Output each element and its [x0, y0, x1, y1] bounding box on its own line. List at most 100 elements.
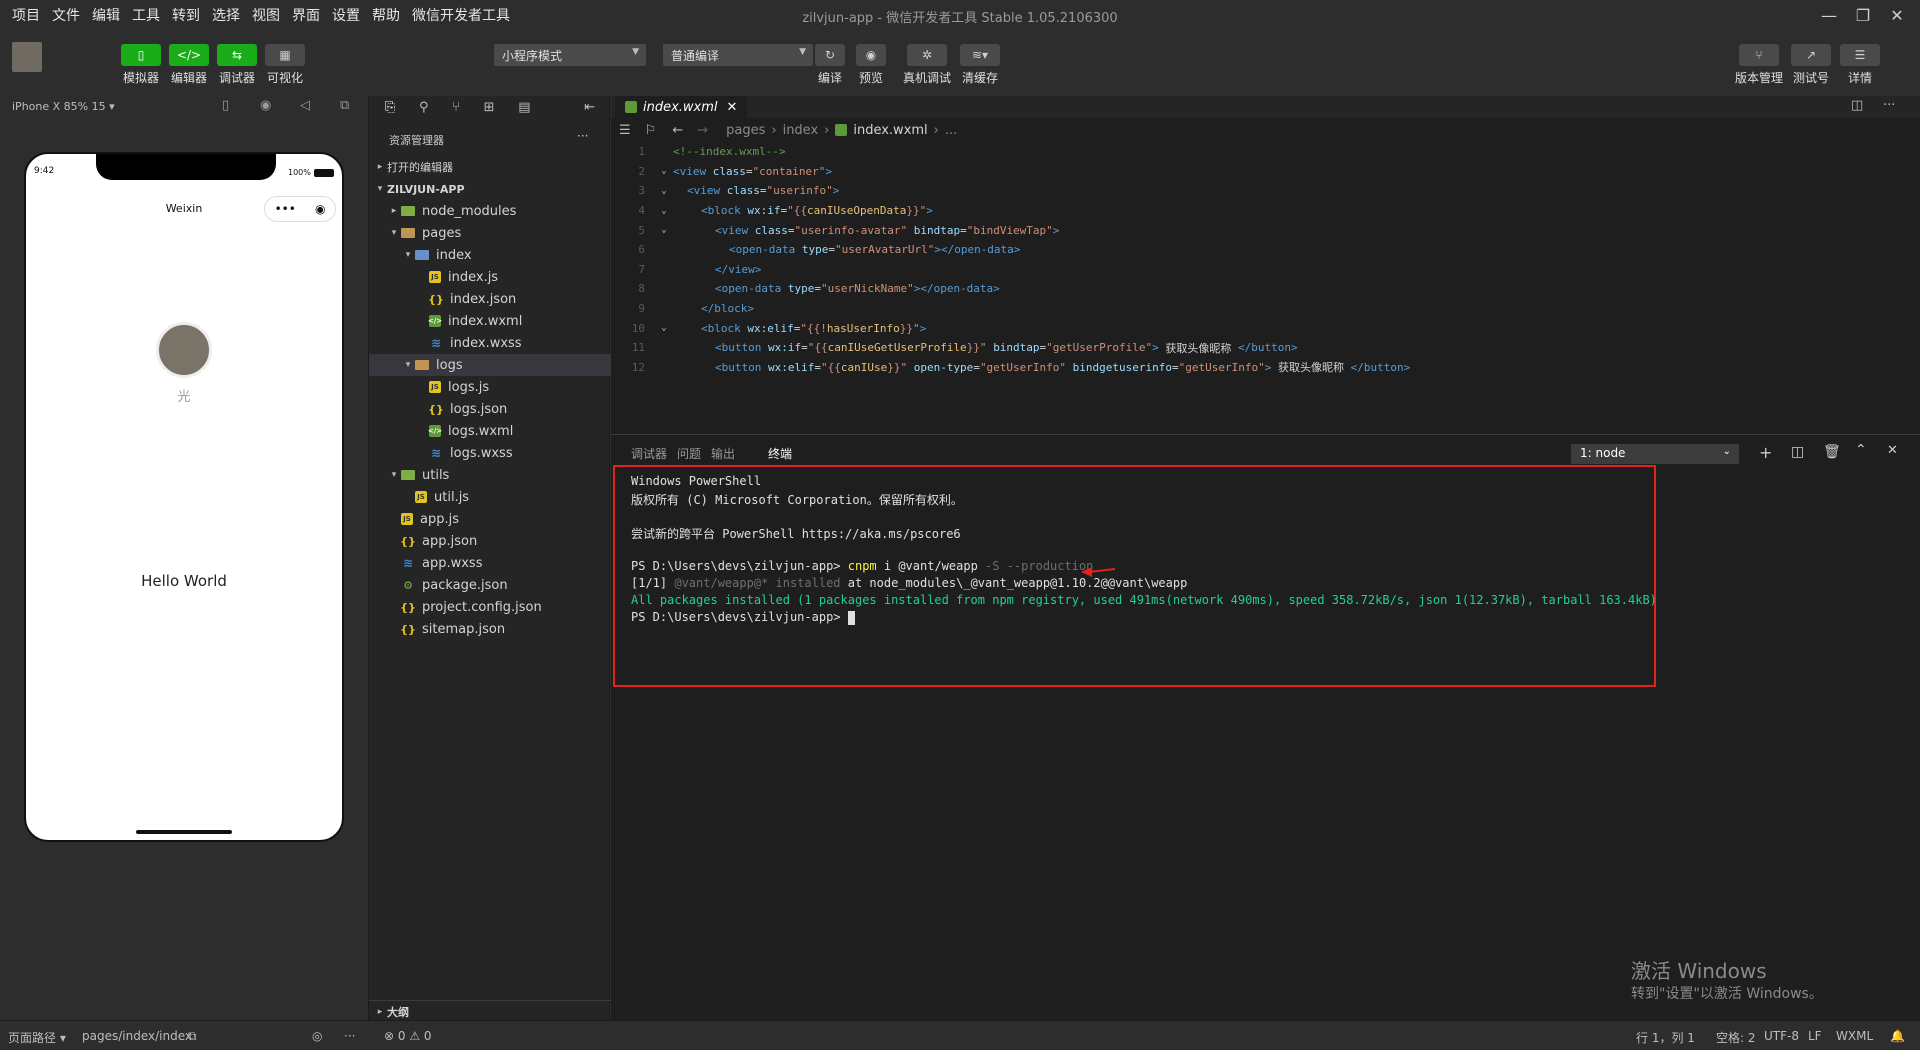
more-icon[interactable]: ··· — [577, 129, 588, 143]
fold-chevron-icon[interactable]: ⌄ — [655, 206, 673, 216]
code-line[interactable]: 10 ⌄ <block wx:elif = "{{! hasUserInfo}}" > — [611, 318, 1920, 338]
encoding[interactable]: UTF-8 — [1764, 1029, 1799, 1043]
device-select[interactable]: iPhone X 85% 15 ▾ — [12, 100, 115, 113]
menu-tools[interactable]: 工具 — [132, 5, 160, 25]
visual-button[interactable]: ▦ 可视化 — [265, 44, 305, 86]
code-line[interactable]: 8 <open-data type = "userNickName" ></open-d… — [611, 279, 1920, 299]
close-tab-icon[interactable]: ✕ — [727, 100, 738, 115]
forward-arrow-icon[interactable]: → — [697, 123, 708, 138]
code-line[interactable]: 6 <open-data type = "userAvatarUrl" ></open-… — [611, 240, 1920, 260]
tree-item-index-wxss[interactable]: ≋ index.wxss — [369, 332, 611, 354]
outline-section[interactable]: ▸ 大纲 — [369, 1000, 611, 1022]
chevron-down-icon[interactable]: ▾ — [401, 360, 415, 370]
breadcrumb-more[interactable]: ... — [945, 123, 957, 138]
panel-tab-output[interactable]: 输出 — [711, 445, 735, 462]
volume-icon[interactable]: ◁ — [300, 98, 310, 113]
tree-item-app-wxss[interactable]: ≋ app.wxss — [369, 552, 611, 574]
menu-view[interactable]: 视图 — [252, 5, 280, 25]
terminal-select[interactable]: 1: node ⌄ — [1571, 444, 1739, 464]
menu-file[interactable]: 文件 — [52, 5, 80, 25]
fold-chevron-icon[interactable]: ⌄ — [655, 166, 673, 176]
code-line[interactable]: 9 </block> — [611, 299, 1920, 319]
preview-button[interactable]: ◉ 预览 — [856, 44, 886, 86]
tree-item-logs[interactable]: ▾ logs — [369, 354, 611, 376]
open-editors-section[interactable]: ▸ 打开的编辑器 — [369, 156, 611, 178]
fold-chevron-icon[interactable]: ⌄ — [655, 323, 673, 333]
chevron-down-icon[interactable]: ▾ — [387, 228, 401, 238]
tree-item-utils[interactable]: ▾ utils — [369, 464, 611, 486]
code-line[interactable]: 3 ⌄ <view class = "userinfo" > — [611, 181, 1920, 201]
list-icon[interactable]: ☰ — [619, 123, 631, 138]
compile-button[interactable]: ↻ 编译 — [815, 44, 845, 86]
tree-item-package-json[interactable]: ⚙ package.json — [369, 574, 611, 596]
panel-tab-debugger[interactable]: 调试器 — [631, 445, 667, 462]
source-control-icon[interactable]: ⑂ — [452, 100, 460, 115]
panel-tab-terminal[interactable]: 终端 — [768, 445, 793, 466]
breadcrumb-pages[interactable]: pages — [726, 123, 765, 138]
maximize-panel-icon[interactable]: ⌃ — [1855, 442, 1867, 458]
term-prompt-line[interactable]: PS D:\Users\devs\zilvjun-app> — [631, 610, 855, 625]
layout-icon[interactable]: ▤ — [518, 100, 530, 115]
split-editor-icon[interactable]: ◫ — [1851, 98, 1863, 113]
page-path-select[interactable]: 页面路径 ▾ — [8, 1029, 66, 1046]
capsule-button[interactable]: ••• ◉ — [264, 196, 336, 222]
eye-icon[interactable]: ◎ — [312, 1029, 322, 1043]
tree-item-util-js[interactable]: JS util.js — [369, 486, 611, 508]
menu-wechat-devtools[interactable]: 微信开发者工具 — [412, 5, 510, 25]
user-avatar-image[interactable] — [156, 322, 212, 378]
code-line[interactable]: 11 <button wx:if = "{{canIUseGetUserProfile… — [611, 338, 1920, 358]
tree-item-app-json[interactable]: {} app.json — [369, 530, 611, 552]
tree-item-node_modules[interactable]: ▸ node_modules — [369, 200, 611, 222]
eol[interactable]: LF — [1808, 1029, 1822, 1043]
details-button[interactable]: ☰ 详情 — [1840, 44, 1880, 86]
more-dots-icon[interactable]: ••• — [275, 202, 296, 216]
fold-chevron-icon[interactable]: ⌄ — [655, 225, 673, 235]
new-terminal-icon[interactable]: + — [1759, 443, 1772, 462]
tab-index-wxml[interactable]: index.wxml ✕ — [615, 96, 748, 118]
menu-settings[interactable]: 设置 — [332, 5, 360, 25]
problems-count[interactable]: ⊗ 0 ⚠ 0 — [384, 1029, 432, 1043]
tree-item-index[interactable]: ▾ index — [369, 244, 611, 266]
close-target-icon[interactable]: ◉ — [315, 202, 325, 216]
simulator-button[interactable]: ▯ 模拟器 — [121, 44, 161, 86]
trash-icon[interactable]: 🗑 — [1823, 444, 1841, 460]
search-icon[interactable]: ⚲ — [419, 100, 429, 115]
tree-item-index-js[interactable]: JS index.js — [369, 266, 611, 288]
user-avatar[interactable] — [12, 42, 42, 72]
split-terminal-icon[interactable]: ◫ — [1791, 444, 1804, 460]
breadcrumb-file[interactable]: index.wxml — [853, 123, 927, 138]
real-debug-button[interactable]: ✲ 真机调试 — [903, 44, 951, 86]
chevron-down-icon[interactable]: ▾ — [401, 250, 415, 260]
more-icon[interactable]: ··· — [344, 1029, 355, 1043]
extensions-icon[interactable]: ⊞ — [484, 100, 495, 115]
editor-button[interactable]: </> 编辑器 — [169, 44, 209, 86]
code-line[interactable]: 5 ⌄ <view class = "userinfo-avatar" bindtap =… — [611, 220, 1920, 240]
more-actions-icon[interactable]: ··· — [1883, 98, 1895, 113]
version-control-button[interactable]: ⑂ 版本管理 — [1735, 44, 1783, 86]
tree-item-project-config-json[interactable]: {} project.config.json — [369, 596, 611, 618]
menu-project[interactable]: 项目 — [12, 5, 40, 25]
breadcrumb-index[interactable]: index — [783, 123, 819, 138]
tree-item-sitemap-json[interactable]: {} sitemap.json — [369, 618, 611, 640]
indent-spaces[interactable]: 空格: 2 — [1716, 1029, 1756, 1046]
chevron-down-icon[interactable]: ▾ — [387, 470, 401, 480]
menu-goto[interactable]: 转到 — [172, 5, 200, 25]
chevron-right-icon[interactable]: ▸ — [387, 206, 401, 216]
cursor-position[interactable]: 行 1，列 1 — [1636, 1029, 1695, 1046]
tree-item-pages[interactable]: ▾ pages — [369, 222, 611, 244]
code-line[interactable]: 4 ⌄ <block wx:if = "{{canIUseOpenData}}" > — [611, 201, 1920, 221]
tree-item-logs-wxss[interactable]: ≋ logs.wxss — [369, 442, 611, 464]
code-line[interactable]: 2 ⌄ <view class = "container" > — [611, 162, 1920, 182]
menu-help[interactable]: 帮助 — [372, 5, 400, 25]
fold-chevron-icon[interactable]: ⌄ — [655, 186, 673, 196]
phone-outline-icon[interactable]: ▯ — [222, 98, 229, 113]
copy-icon[interactable]: ⧉ — [188, 1029, 197, 1044]
close-window-icon[interactable]: ✕ — [1874, 0, 1920, 30]
tree-item-app-js[interactable]: JS app.js — [369, 508, 611, 530]
collapse-sidebar-icon[interactable]: ⇤ — [584, 100, 595, 115]
tree-item-index-wxml[interactable]: </> index.wxml — [369, 310, 611, 332]
popout-icon[interactable]: ⧉ — [340, 98, 349, 113]
close-panel-icon[interactable]: ✕ — [1887, 443, 1898, 458]
record-icon[interactable]: ◉ — [260, 98, 271, 113]
project-section[interactable]: ▾ ZILVJUN-APP — [369, 178, 611, 200]
